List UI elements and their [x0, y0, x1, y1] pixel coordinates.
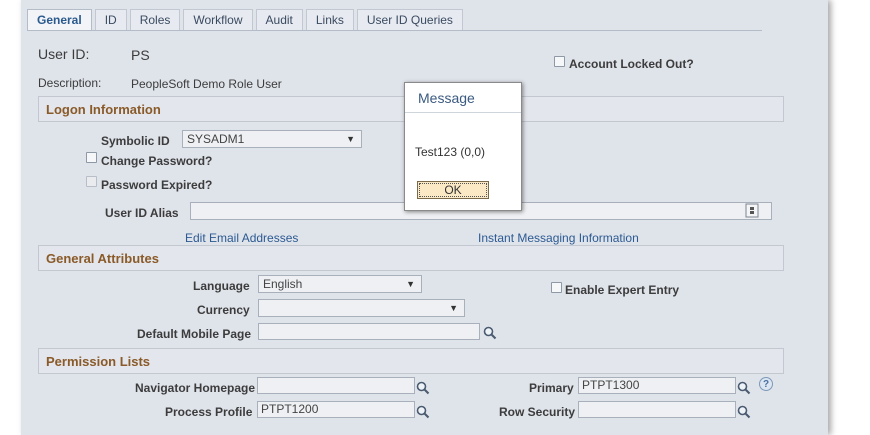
tab-divider — [27, 30, 762, 31]
chevron-down-icon: ▼ — [406, 279, 415, 289]
edit-email-addresses-link[interactable]: Edit Email Addresses — [185, 231, 298, 245]
row-security-label: Row Security — [499, 405, 576, 419]
tab-workflow[interactable]: Workflow — [183, 9, 253, 30]
account-locked-checkbox[interactable] — [554, 56, 565, 67]
instant-messaging-link[interactable]: Instant Messaging Information — [478, 231, 639, 245]
lookup-icon[interactable] — [416, 405, 430, 419]
change-password-label: Change Password? — [101, 154, 213, 168]
currency-label: Currency — [197, 303, 250, 317]
user-id-label: User ID: — [38, 46, 90, 62]
language-label: Language — [193, 279, 250, 293]
help-icon[interactable]: ? — [759, 377, 773, 391]
chevron-down-icon: ▼ — [346, 134, 355, 144]
enable-expert-entry-checkbox[interactable] — [551, 282, 562, 293]
symbolic-id-value: SYSADM1 — [187, 132, 245, 146]
change-password-checkbox[interactable] — [86, 152, 97, 163]
dialog-message-text: Test123 (0,0) — [415, 145, 486, 159]
tab-roles[interactable]: Roles — [129, 9, 181, 30]
lookup-icon[interactable] — [483, 326, 497, 340]
dialog-title: Message — [405, 83, 521, 113]
user-id-value: PS — [131, 47, 150, 63]
password-expired-checkbox — [86, 176, 97, 187]
process-profile-value: PTPT1200 — [261, 402, 319, 416]
enable-expert-entry-label: Enable Expert Entry — [565, 283, 680, 297]
ok-button[interactable]: OK — [417, 181, 489, 199]
field-option-icon[interactable] — [745, 203, 759, 218]
primary-input[interactable]: PTPT1300 — [578, 377, 736, 394]
lookup-icon[interactable] — [737, 381, 751, 395]
chevron-down-icon: ▼ — [449, 303, 458, 313]
language-select[interactable]: English ▼ — [258, 275, 422, 293]
primary-label: Primary — [529, 381, 574, 395]
tab-links[interactable]: Links — [305, 9, 354, 30]
currency-select[interactable]: ▼ — [258, 299, 465, 317]
user-profile-page: General ID Roles Workflow Audit Links Us… — [21, 0, 828, 435]
lookup-icon[interactable] — [737, 405, 751, 419]
tab-audit[interactable]: Audit — [255, 9, 303, 30]
lookup-icon[interactable] — [416, 381, 430, 395]
default-mobile-page-input[interactable] — [258, 323, 480, 340]
user-id-alias-label: User ID Alias — [105, 206, 179, 220]
description-label: Description: — [38, 76, 102, 90]
password-expired-label: Password Expired? — [101, 178, 213, 192]
process-profile-label: Process Profile — [165, 405, 253, 419]
tab-id[interactable]: ID — [94, 9, 127, 30]
tab-user-id-queries[interactable]: User ID Queries — [356, 9, 463, 30]
symbolic-id-label: Symbolic ID — [101, 134, 170, 148]
row-security-input[interactable] — [578, 401, 736, 418]
process-profile-input[interactable]: PTPT1200 — [257, 401, 415, 418]
general-attributes-header: General Attributes — [38, 245, 784, 271]
language-value: English — [263, 277, 303, 291]
navigator-homepage-label: Navigator Homepage — [135, 381, 256, 395]
message-dialog: Message Test123 (0,0) OK — [404, 82, 522, 211]
default-mobile-page-label: Default Mobile Page — [137, 327, 252, 341]
description-value: PeopleSoft Demo Role User — [131, 77, 282, 91]
account-locked-label: Account Locked Out? — [569, 57, 694, 71]
permission-lists-header: Permission Lists — [38, 348, 784, 374]
primary-value: PTPT1300 — [582, 378, 640, 392]
tab-bar: General ID Roles Workflow Audit Links Us… — [27, 9, 466, 31]
symbolic-id-select[interactable]: SYSADM1 ▼ — [182, 130, 362, 148]
navigator-homepage-input[interactable] — [257, 377, 415, 394]
tab-general[interactable]: General — [27, 9, 92, 30]
